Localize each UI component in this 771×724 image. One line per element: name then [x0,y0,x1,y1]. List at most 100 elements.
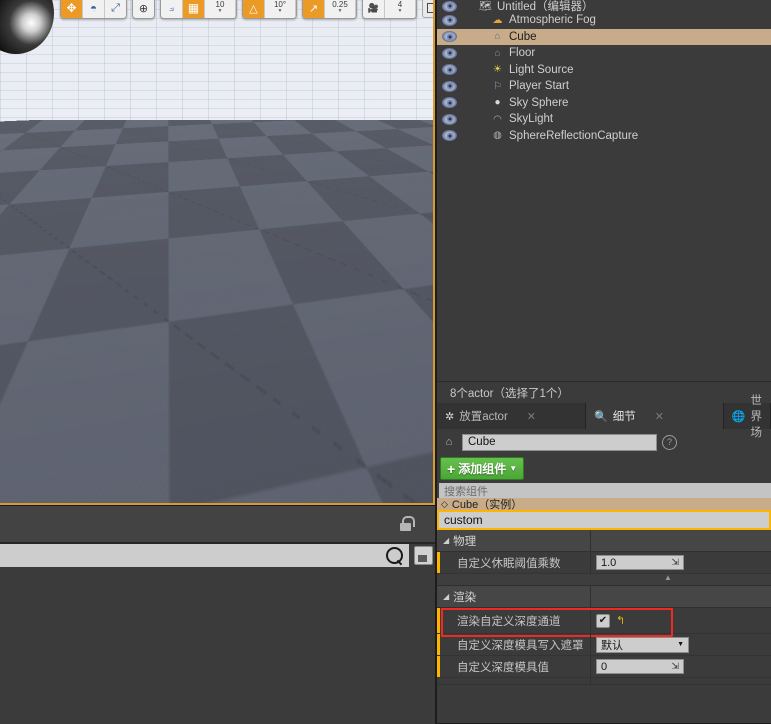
world-space-icon[interactable] [133,0,154,18]
close-icon[interactable]: ✕ [655,410,664,423]
angle-snap-value[interactable]: 10° ▼ [265,0,296,18]
rotate-gizmo-icon[interactable] [83,0,105,18]
move-gizmo-icon[interactable] [61,0,83,18]
camera-speed-group[interactable]: 4 ▼ [362,0,417,19]
component-tree-row-cube[interactable]: ◇ Cube（实例） [437,498,771,510]
maximize-viewport-button[interactable] [422,0,433,18]
help-icon[interactable]: ? [662,434,677,450]
gizmo-x-arrow[interactable] [94,286,122,308]
plus-icon: + [447,460,456,477]
gizmo-z-arrow[interactable] [190,248,210,274]
outliner-row-light-source[interactable]: ☀ Light Source [437,62,771,79]
outliner-row-skylight[interactable]: ◠ SkyLight [437,111,771,128]
camera-speed-value[interactable]: 4 ▼ [385,0,416,18]
property-row-render-custom-depth[interactable]: 渲染自定义深度通道 ✔ ↰ [437,608,771,637]
outliner-row-player-start[interactable]: ⚐ Player Start [437,78,771,95]
outliner-row-world[interactable]: 🗺 Untitled（编辑器） [437,0,771,13]
visibility-eye-icon[interactable] [442,113,457,125]
section-header-physics[interactable]: ◢ 物理 [437,530,771,552]
angle-snap-group[interactable]: 10° ▼ [242,0,297,19]
outliner-row-floor[interactable]: ⌂ Floor [437,45,771,62]
expand-triangle-icon: ◢ [443,536,450,545]
gizmo-y-arrow[interactable] [225,285,249,307]
scale-snap-value-label: 0.25 [332,0,348,9]
actor-name-row[interactable]: ⌂ Cube ? [437,429,771,453]
property-row-sleep-threshold[interactable]: 自定义休眠阈值乘数 1.0 ⇲ [437,552,771,574]
close-icon[interactable]: ✕ [527,410,536,423]
outliner-item-label: Atmospheric Fog [509,14,596,27]
tab-world-settings[interactable]: 🌐 世界场 [723,395,771,439]
outliner-item-label: Cube [509,30,537,43]
details-panel[interactable]: ✲ 放置actor ✕ 🔍 细节 ✕ 🌐 世界场 ⌂ Cube ? + 添加组件… [437,395,771,723]
content-browser-panel[interactable] [0,505,435,724]
scale-snap-value[interactable]: 0.25 ▼ [325,0,356,18]
actor-name-input[interactable]: Cube [462,433,657,451]
angle-snap-value-label: 10° [273,0,287,9]
chevron-up-icon[interactable]: ▲ [664,573,672,582]
property-row-stencil-write-mask[interactable]: 自定义深度模具写入遮罩 默认 ▼ [437,634,771,656]
grid-snap-group[interactable]: 10 ▼ [160,0,237,19]
section-header-rendering[interactable]: ◢ 渲染 [437,586,771,608]
camera-icon[interactable] [363,0,385,18]
level-viewport[interactable]: 10 ▼ 10° ▼ 0.25 ▼ [0,0,435,505]
component-search-input[interactable]: 搜索组件 [439,483,771,498]
outliner-item-label: Player Start [509,80,570,93]
visibility-eye-icon[interactable] [442,0,457,12]
visibility-eye-icon[interactable] [442,130,457,142]
transform-gizmo[interactable] [94,248,255,360]
viewport-toolbar[interactable]: 10 ▼ 10° ▼ 0.25 ▼ [60,0,433,19]
outliner-item-label: SkyLight [509,113,554,126]
content-browser-asset-area[interactable] [0,567,435,724]
property-value: 默认 [601,639,623,652]
outliner-item-label: Floor [509,47,536,60]
component-icon: ◇ [441,498,448,509]
property-label: 自定义深度模具写入遮罩 [457,639,584,652]
grid-snap-value[interactable]: 10 ▼ [205,0,236,18]
property-value: 0 [601,660,608,673]
scale-snap-icon[interactable] [303,0,325,18]
outliner-row-sphere-reflection-capture[interactable]: ◍ SphereReflectionCapture [437,128,771,145]
property-row-partial-cut-off[interactable] [437,678,771,685]
stencil-write-mask-dropdown[interactable]: 默认 ▼ [596,636,689,653]
tab-place-actors[interactable]: ✲ 放置actor ✕ [437,403,587,429]
scale-gizmo-icon[interactable] [105,0,126,18]
visibility-eye-icon[interactable] [442,80,457,92]
content-browser-toolbar[interactable] [0,506,435,544]
visibility-eye-icon[interactable] [442,47,457,59]
stencil-value-input[interactable]: 0 ⇲ [596,659,684,674]
sleep-threshold-input[interactable]: 1.0 ⇲ [596,555,684,570]
details-tab-bar[interactable]: ✲ 放置actor ✕ 🔍 细节 ✕ 🌐 世界场 [437,395,771,439]
scale-snap-group[interactable]: 0.25 ▼ [302,0,357,19]
tab-details[interactable]: 🔍 细节 ✕ [586,403,724,429]
angle-snap-icon[interactable] [243,0,265,18]
visibility-eye-icon[interactable] [442,64,457,76]
content-browser-search-input[interactable] [0,543,409,568]
render-custom-depth-checkbox[interactable]: ✔ [596,613,610,628]
grid-snap-icon[interactable] [183,0,205,18]
spinner-icon[interactable]: ⇲ [671,661,679,672]
outliner-item-label: Light Source [509,63,574,76]
player-start-icon: ⚐ [493,80,502,92]
outliner-row-cube[interactable]: ⌂ Cube [437,28,771,45]
expand-triangle-icon: ◢ [443,592,450,601]
coordinate-system-group[interactable] [132,0,155,19]
lock-open-icon[interactable] [398,516,415,531]
visibility-eye-icon[interactable] [442,31,457,43]
outliner-row-sky-sphere[interactable]: ● Sky Sphere [437,95,771,112]
section-collapse-row[interactable]: ▲ [437,573,771,586]
save-icon[interactable] [414,546,433,565]
place-actors-icon: ✲ [445,410,455,423]
outliner-row-atmospheric-fog[interactable]: ☁ Atmospheric Fog [437,12,771,29]
visibility-eye-icon[interactable] [442,14,457,26]
visibility-eye-icon[interactable] [442,97,457,109]
surface-snap-icon[interactable] [161,0,183,18]
property-search-input[interactable]: custom [437,510,771,530]
gizmo-center-handle[interactable] [187,314,211,338]
transform-mode-group[interactable] [60,0,127,19]
reset-to-default-icon[interactable]: ↰ [616,614,625,627]
add-component-button[interactable]: + 添加组件 ▼ [440,457,525,480]
property-row-stencil-value[interactable]: 自定义深度模具值 0 ⇲ [437,656,771,678]
spinner-icon[interactable]: ⇲ [671,557,679,568]
chevron-down-icon: ▼ [217,8,223,14]
world-outliner-panel[interactable]: 🗺 Untitled（编辑器） ☁ Atmospheric Fog ⌂ Cube… [437,0,771,401]
